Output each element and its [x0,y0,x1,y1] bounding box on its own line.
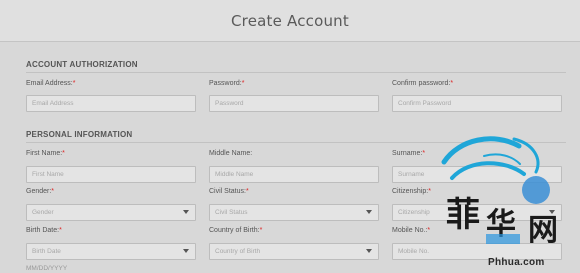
gender-select[interactable]: Gender [26,204,196,221]
password-field[interactable]: Password [209,95,379,112]
country-of-birth-label: Country of Birth:* [209,227,263,234]
birth-date-format-hint: MM/DD/YYYY [26,265,68,272]
watermark-text: Phhua.com [488,257,545,268]
middle-name-label: Middle Name: [209,150,253,157]
country-of-birth-select[interactable]: Country of Birth [209,243,379,260]
page-title: Create Account [231,11,349,30]
section-heading-account: ACCOUNT AUTHORIZATION [26,60,138,69]
birth-date-select[interactable]: Birth Date [26,243,196,260]
svg-text:网: 网 [528,213,558,248]
birth-date-label: Birth Date:* [26,227,62,234]
svg-text:菲: 菲 [446,195,480,235]
confirm-password-label: Confirm password:* [392,80,454,87]
chevron-down-icon [366,249,372,253]
middle-name-field[interactable]: Middle Name [209,166,379,183]
civil-status-label: Civil Status:* [209,188,249,195]
chevron-down-icon [366,210,372,214]
chevron-down-icon [183,249,189,253]
section-heading-personal: PERSONAL INFORMATION [26,130,133,139]
page-header: Create Account [0,0,580,42]
first-name-label: First Name:* [26,150,65,157]
email-label: Email Address:* [26,80,76,87]
civil-status-select[interactable]: Civil Status [209,204,379,221]
email-field[interactable]: Email Address [26,95,196,112]
create-account-page: Create Account ACCOUNT AUTHORIZATION Ema… [0,0,580,273]
section-divider [26,72,566,73]
chevron-down-icon [183,210,189,214]
password-label: Password:* [209,80,245,87]
dragon-logo-watermark: 菲 华 网 [441,136,558,248]
confirm-password-field[interactable]: Confirm Password [392,95,562,112]
first-name-field[interactable]: First Name [26,166,196,183]
gender-label: Gender:* [26,188,55,195]
